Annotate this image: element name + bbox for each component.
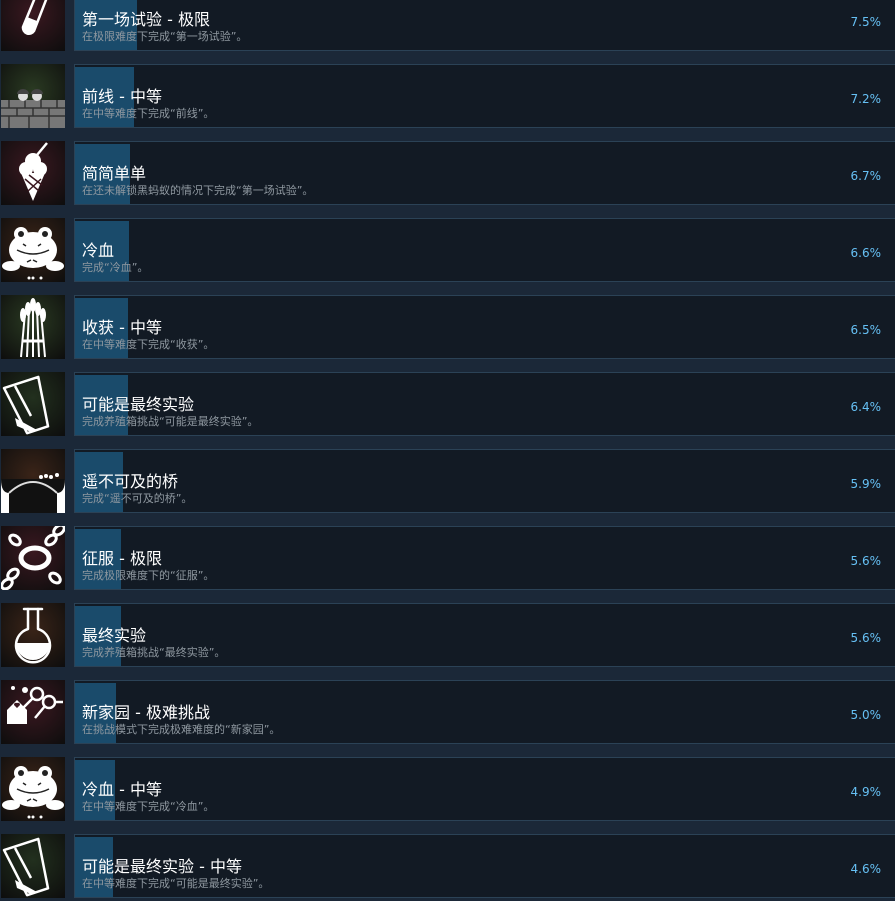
trench-soldiers-icon	[1, 64, 65, 128]
achievement-description: 在中等难度下完成“冷血”。	[82, 800, 215, 813]
achievement-row[interactable]: 冷血 - 中等 在中等难度下完成“冷血”。 4.9%	[0, 757, 895, 823]
achievement-description: 在还未解锁黑蚂蚁的情况下完成“第一场试验”。	[82, 184, 314, 197]
achievement-row[interactable]: 收获 - 中等 在中等难度下完成“收获”。 6.5%	[0, 295, 895, 361]
unlock-percent: 4.6%	[850, 862, 882, 876]
unlock-percent: 6.4%	[850, 400, 882, 414]
achievement-description: 完成“遥不可及的桥”。	[82, 492, 193, 505]
achievement-name: 冷血	[82, 241, 115, 260]
unlock-percent: 5.9%	[850, 477, 882, 491]
achievement-name: 新家园 - 极难挑战	[82, 703, 210, 722]
achievement-description: 在中等难度下完成“前线”。	[82, 107, 215, 120]
unlock-percent: 4.9%	[850, 785, 882, 799]
unlock-percent: 6.6%	[850, 246, 882, 260]
achievement-name: 前线 - 中等	[82, 87, 162, 106]
achievement-name: 第一场试验 - 极限	[82, 10, 210, 29]
achievement-name: 征服 - 极限	[82, 549, 162, 568]
achievement-name: 冷血 - 中等	[82, 780, 162, 799]
achievement-list: 第一场试验 - 极限 在极限难度下完成“第一场试验”。 7.5% 前线 - 中等…	[0, 0, 895, 901]
achievement-description: 完成“冷血”。	[82, 261, 149, 274]
achievement-description: 在中等难度下完成“可能是最终实验”。	[82, 877, 270, 890]
achievement-name: 收获 - 中等	[82, 318, 162, 337]
ice-cream-icon	[1, 141, 65, 205]
unlock-percent: 7.2%	[850, 92, 882, 106]
achievement-row[interactable]: 第一场试验 - 极限 在极限难度下完成“第一场试验”。 7.5%	[0, 0, 895, 53]
unlock-percent: 7.5%	[850, 15, 882, 29]
achievement-card: 收获 - 中等 在中等难度下完成“收获”。 6.5%	[74, 295, 895, 359]
achievement-card: 前线 - 中等 在中等难度下完成“前线”。 7.2%	[74, 64, 895, 128]
unlock-percent: 5.6%	[850, 631, 882, 645]
achievement-card: 第一场试验 - 极限 在极限难度下完成“第一场试验”。 7.5%	[74, 0, 895, 51]
test-tube-icon	[1, 0, 65, 51]
achievement-description: 完成养殖箱挑战“最终实验”。	[82, 646, 226, 659]
achievement-card: 征服 - 极限 完成极限难度下的“征服”。 5.6%	[74, 526, 895, 590]
achievement-description: 在极限难度下完成“第一场试验”。	[82, 30, 248, 43]
achievement-name: 最终实验	[82, 626, 147, 645]
achievement-row[interactable]: 前线 - 中等 在中等难度下完成“前线”。 7.2%	[0, 64, 895, 130]
achievement-card: 可能是最终实验 完成养殖箱挑战“可能是最终实验”。 6.4%	[74, 372, 895, 436]
achievement-row[interactable]: 征服 - 极限 完成极限难度下的“征服”。 5.6%	[0, 526, 895, 592]
achievement-card: 遥不可及的桥 完成“遥不可及的桥”。 5.9%	[74, 449, 895, 513]
house-keys-icon	[1, 680, 65, 744]
achievement-card: 冷血 - 中等 在中等难度下完成“冷血”。 4.9%	[74, 757, 895, 821]
chain-ring-icon	[1, 526, 65, 590]
achievement-card: 冷血 完成“冷血”。 6.6%	[74, 218, 895, 282]
flask-icon	[1, 603, 65, 667]
achievement-row[interactable]: 遥不可及的桥 完成“遥不可及的桥”。 5.9%	[0, 449, 895, 515]
achievement-card: 可能是最终实验 - 中等 在中等难度下完成“可能是最终实验”。 4.6%	[74, 834, 895, 898]
achievement-card: 最终实验 完成养殖箱挑战“最终实验”。 5.6%	[74, 603, 895, 667]
achievement-row[interactable]: 新家园 - 极难挑战 在挑战模式下完成极难难度的“新家园”。 5.0%	[0, 680, 895, 746]
unlock-percent: 5.0%	[850, 708, 882, 722]
unlock-percent: 5.6%	[850, 554, 882, 568]
bridge-ants-icon	[1, 449, 65, 513]
achievement-row[interactable]: 简简单单 在还未解锁黑蚂蚁的情况下完成“第一场试验”。 6.7%	[0, 141, 895, 207]
achievement-card: 简简单单 在还未解锁黑蚂蚁的情况下完成“第一场试验”。 6.7%	[74, 141, 895, 205]
achievement-name: 遥不可及的桥	[82, 472, 179, 491]
wheat-icon	[1, 295, 65, 359]
achievement-description: 在中等难度下完成“收获”。	[82, 338, 215, 351]
toad-icon	[1, 218, 65, 282]
achievement-card: 新家园 - 极难挑战 在挑战模式下完成极难难度的“新家园”。 5.0%	[74, 680, 895, 744]
achievement-name: 可能是最终实验	[82, 395, 195, 414]
achievement-description: 完成极限难度下的“征服”。	[82, 569, 215, 582]
achievement-name: 可能是最终实验 - 中等	[82, 857, 242, 876]
achievement-row[interactable]: 冷血 完成“冷血”。 6.6%	[0, 218, 895, 284]
achievement-description: 完成养殖箱挑战“可能是最终实验”。	[82, 415, 259, 428]
unlock-percent: 6.5%	[850, 323, 882, 337]
achievement-row[interactable]: 可能是最终实验 完成养殖箱挑战“可能是最终实验”。 6.4%	[0, 372, 895, 438]
achievement-row[interactable]: 最终实验 完成养殖箱挑战“最终实验”。 5.6%	[0, 603, 895, 669]
achievement-name: 简简单单	[82, 164, 147, 183]
toad-icon	[1, 757, 65, 821]
beaker-icon	[1, 372, 65, 436]
achievement-description: 在挑战模式下完成极难难度的“新家园”。	[82, 723, 281, 736]
beaker-icon	[1, 834, 65, 898]
achievement-row[interactable]: 可能是最终实验 - 中等 在中等难度下完成“可能是最终实验”。 4.6%	[0, 834, 895, 900]
unlock-percent: 6.7%	[850, 169, 882, 183]
